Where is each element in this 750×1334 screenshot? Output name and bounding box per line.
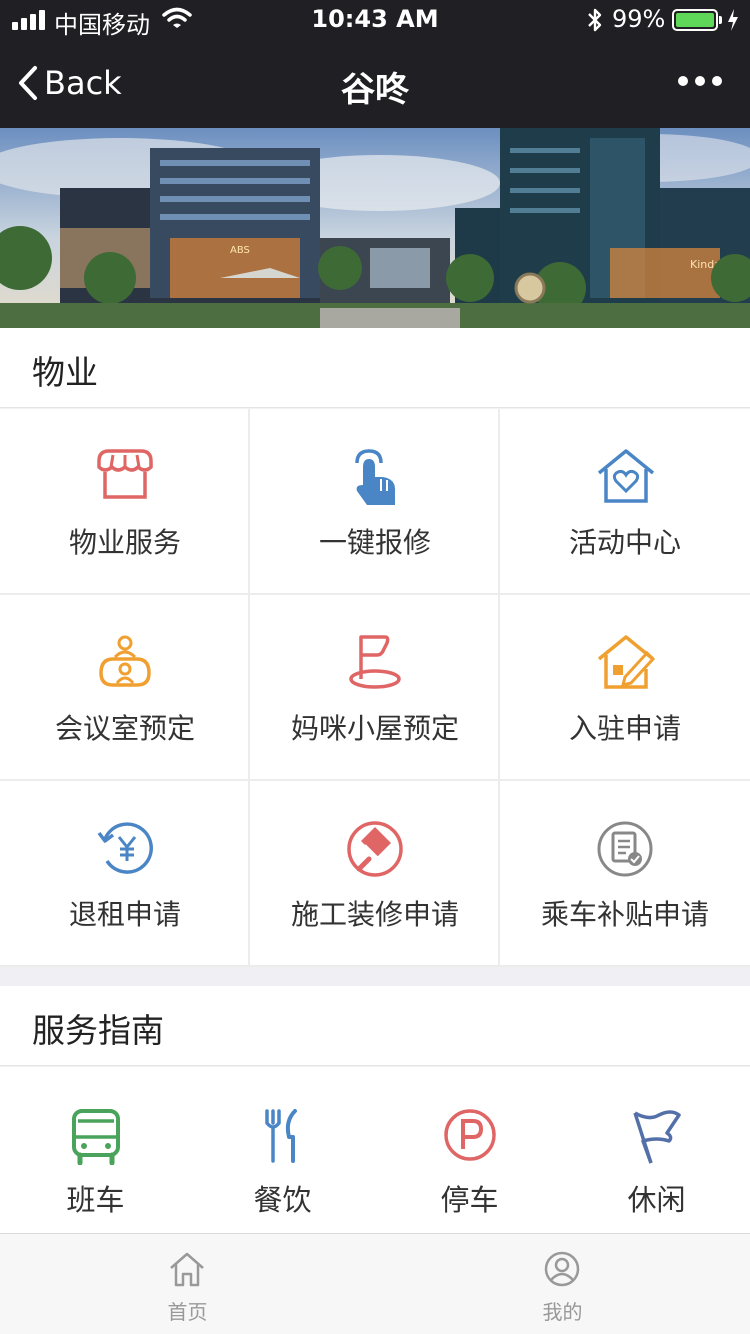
grid-item-label: 施工装修申请 bbox=[290, 898, 459, 931]
grid-item-label: 物业服务 bbox=[68, 526, 181, 559]
building-photo: ABS Kinda bbox=[0, 128, 750, 328]
grid-item-label: 妈咪小屋预定 bbox=[290, 712, 459, 745]
tab-label: 我的 bbox=[542, 1300, 583, 1324]
house-pen-icon bbox=[597, 635, 656, 689]
guide-row: 班车 餐饮 停车 休闲 bbox=[0, 1067, 750, 1233]
flag-icon bbox=[349, 635, 401, 689]
grid-item-activity-center[interactable]: 活动中心 bbox=[500, 409, 750, 595]
grid-item-label: 乘车补贴申请 bbox=[540, 898, 709, 931]
document-check-icon bbox=[597, 821, 653, 877]
grid-item-commute-subsidy[interactable]: 乘车补贴申请 bbox=[500, 781, 750, 967]
section-title: 服务指南 bbox=[32, 1011, 164, 1050]
status-bar: 中国移动 10:43 AM 99% bbox=[0, 0, 750, 40]
battery-percent: 99% bbox=[612, 5, 666, 33]
grid-item-mommy-room[interactable]: 妈咪小屋预定 bbox=[250, 595, 500, 781]
bus-icon bbox=[72, 1109, 120, 1165]
banner-image[interactable]: ABS Kinda bbox=[0, 128, 750, 328]
pennant-flag-icon bbox=[633, 1110, 681, 1164]
fork-knife-icon bbox=[265, 1109, 297, 1163]
house-heart-icon bbox=[597, 449, 655, 503]
tap-hand-icon bbox=[355, 449, 395, 505]
paint-roller-icon bbox=[347, 821, 403, 877]
guide-item-leisure[interactable]: 休闲 bbox=[563, 1067, 750, 1233]
more-dot bbox=[712, 76, 722, 86]
section-divider bbox=[0, 967, 750, 986]
bluetooth-icon bbox=[588, 8, 602, 32]
grid-item-renovation[interactable]: 施工装修申请 bbox=[250, 781, 500, 967]
guide-item-dining[interactable]: 餐饮 bbox=[189, 1067, 376, 1233]
guide-item-label: 停车 bbox=[440, 1183, 499, 1217]
more-dot bbox=[695, 76, 705, 86]
guide-item-label: 休闲 bbox=[627, 1183, 686, 1217]
yen-refund-icon bbox=[97, 822, 153, 874]
guide-item-label: 班车 bbox=[66, 1183, 125, 1217]
tab-label: 首页 bbox=[167, 1300, 208, 1324]
charging-icon bbox=[728, 9, 738, 31]
grid-item-label: 一键报修 bbox=[318, 526, 431, 559]
parking-icon bbox=[444, 1109, 496, 1161]
grid-item-label: 活动中心 bbox=[568, 526, 681, 559]
grid-item-label: 退租申请 bbox=[68, 898, 181, 931]
more-dot bbox=[678, 76, 688, 86]
top-bar: 中国移动 10:43 AM 99% Back 谷咚 bbox=[0, 0, 750, 128]
page-title: 谷咚 bbox=[341, 70, 409, 110]
grid-item-lease-termination[interactable]: 退租申请 bbox=[0, 781, 250, 967]
property-grid: 物业服务 一键报修 活动中心 会议室预定 妈咪小屋预定 入驻申请 退租申请 施工… bbox=[0, 409, 750, 967]
section-guide-header: 服务指南 bbox=[0, 986, 750, 1066]
grid-item-label: 会议室预定 bbox=[54, 712, 195, 745]
meeting-people-icon bbox=[99, 635, 151, 687]
tab-home[interactable]: 首页 bbox=[0, 1234, 375, 1334]
battery-icon bbox=[672, 9, 722, 31]
guide-item-label: 餐饮 bbox=[253, 1183, 312, 1217]
grid-item-repair[interactable]: 一键报修 bbox=[250, 409, 500, 595]
battery-fill bbox=[676, 13, 714, 27]
grid-item-property-service[interactable]: 物业服务 bbox=[0, 409, 250, 595]
home-icon bbox=[170, 1252, 204, 1287]
section-property-header: 物业 bbox=[0, 328, 750, 408]
user-icon bbox=[544, 1251, 580, 1287]
tab-bar: 首页 我的 bbox=[0, 1233, 750, 1334]
more-button[interactable] bbox=[678, 76, 722, 86]
grid-item-label: 入驻申请 bbox=[568, 712, 681, 745]
guide-item-parking[interactable]: 停车 bbox=[376, 1067, 563, 1233]
grid-item-move-in[interactable]: 入驻申请 bbox=[500, 595, 750, 781]
tab-mine[interactable]: 我的 bbox=[375, 1234, 750, 1334]
section-title: 物业 bbox=[32, 353, 98, 392]
storefront-icon bbox=[97, 449, 153, 499]
grid-item-meeting-room[interactable]: 会议室预定 bbox=[0, 595, 250, 781]
banner-sign-left: ABS bbox=[230, 245, 250, 256]
guide-item-shuttle[interactable]: 班车 bbox=[2, 1067, 189, 1233]
